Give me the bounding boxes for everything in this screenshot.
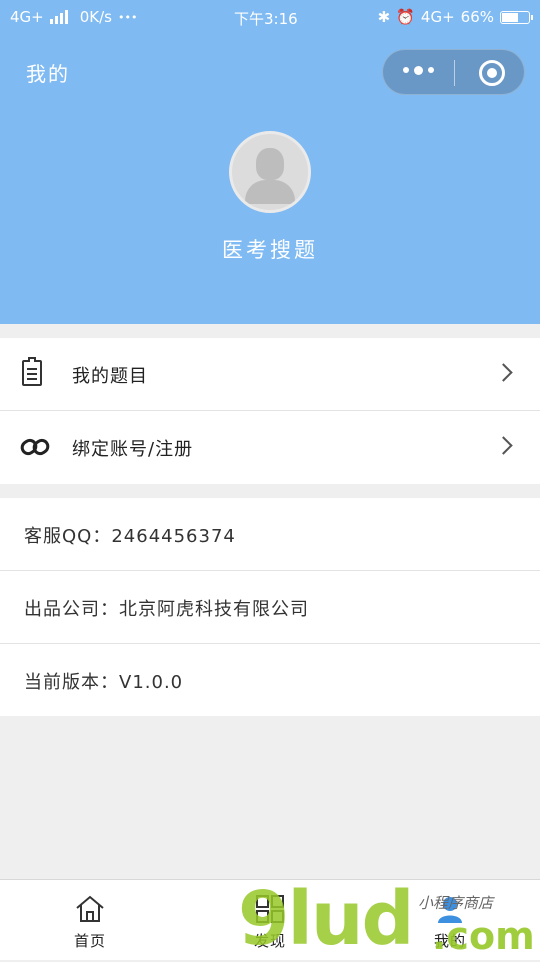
menu-item-my-questions[interactable]: 我的题目 (0, 338, 540, 411)
more-notifications: ••• (118, 10, 138, 24)
tab-label: 发现 (253, 932, 286, 950)
close-miniprogram-icon[interactable] (479, 60, 505, 86)
version-text: 当前版本：V1.0.0 (24, 672, 184, 693)
version-row: 当前版本：V1.0.0 (0, 644, 540, 716)
menu-item-bind-account[interactable]: 绑定账号/注册 (0, 411, 540, 483)
signal-icon (49, 10, 68, 24)
miniprogram-capsule (382, 49, 525, 95)
menu-item-label: 我的题目 (72, 366, 148, 387)
chevron-right-icon (494, 363, 513, 382)
tab-mine[interactable]: 我的 (360, 880, 540, 961)
profile-header: 4G+ 0K/s ••• 下午3:16 ✱ ⏰ 4G+ 66% 我的 医考搜题 (0, 0, 540, 324)
avatar-head-shape (256, 148, 284, 180)
menu-section: 我的题目 绑定账号/注册 (0, 338, 540, 484)
tab-discover[interactable]: 发现 (180, 880, 360, 961)
bluetooth-icon: ✱ (377, 8, 391, 26)
menu-item-label: 绑定账号/注册 (72, 439, 194, 460)
avatar-body-shape (245, 180, 295, 204)
page-title: 我的 (26, 62, 70, 86)
battery-icon (500, 10, 533, 24)
network-type: 4G+ (10, 8, 44, 26)
clipboard-icon (22, 357, 42, 386)
tab-label: 我的 (433, 932, 466, 950)
grid-icon (255, 894, 285, 928)
capsule-divider (454, 60, 455, 86)
info-section: 客服QQ：2464456374 出品公司：北京阿虎科技有限公司 当前版本：V1.… (0, 498, 540, 716)
user-icon (435, 894, 465, 928)
avatar[interactable] (229, 131, 311, 213)
tab-label: 首页 (73, 932, 106, 950)
tab-home[interactable]: 首页 (0, 880, 180, 961)
status-bar: 4G+ 0K/s ••• 下午3:16 ✱ ⏰ 4G+ 66% (0, 0, 540, 36)
service-qq-row: 客服QQ：2464456374 (0, 498, 540, 571)
clock: 下午3:16 (234, 10, 298, 28)
home-icon (74, 894, 106, 928)
more-icon[interactable] (403, 65, 434, 75)
tab-bar: 首页 发现 我的 (0, 879, 540, 960)
company-row: 出品公司：北京阿虎科技有限公司 (0, 571, 540, 644)
chevron-right-icon (494, 436, 513, 455)
profile-name: 医考搜题 (222, 238, 318, 262)
battery-percent: 66% (460, 8, 494, 26)
link-icon (20, 435, 50, 463)
network-type-right: 4G+ (420, 8, 455, 26)
company-text: 出品公司：北京阿虎科技有限公司 (24, 599, 309, 620)
network-speed: 0K/s (79, 8, 112, 26)
alarm-icon: ⏰ (396, 8, 415, 26)
service-qq-text: 客服QQ：2464456374 (24, 526, 236, 547)
